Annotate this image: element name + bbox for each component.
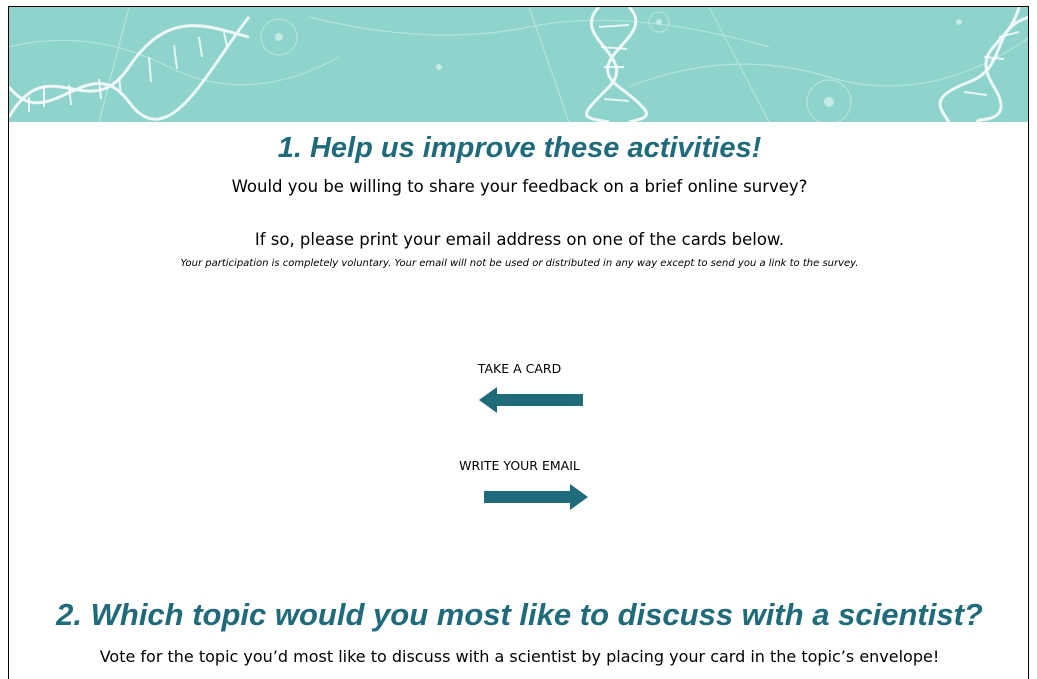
vote-instruction: Vote for the topic you’d most like to di…: [99, 647, 940, 666]
dna-pattern-icon: [9, 7, 1028, 122]
privacy-disclaimer: Your participation is completely volunta…: [180, 258, 859, 269]
dna-header-banner: [9, 7, 1028, 122]
survey-question: Would you be willing to share your feedb…: [231, 177, 808, 196]
arrow-right-icon: [484, 484, 588, 510]
arrow-left-icon: [479, 387, 583, 413]
email-instruction: If so, please print your email address o…: [254, 230, 785, 249]
take-card-label: TAKE A CARD: [477, 361, 562, 376]
flyer-page: 1. Help us improve these activities! Wou…: [8, 6, 1029, 679]
write-email-label: WRITE YOUR EMAIL: [459, 458, 580, 473]
section2-heading: 2. Which topic would you most like to di…: [56, 597, 983, 632]
section1-heading: 1. Help us improve these activities!: [277, 132, 762, 164]
